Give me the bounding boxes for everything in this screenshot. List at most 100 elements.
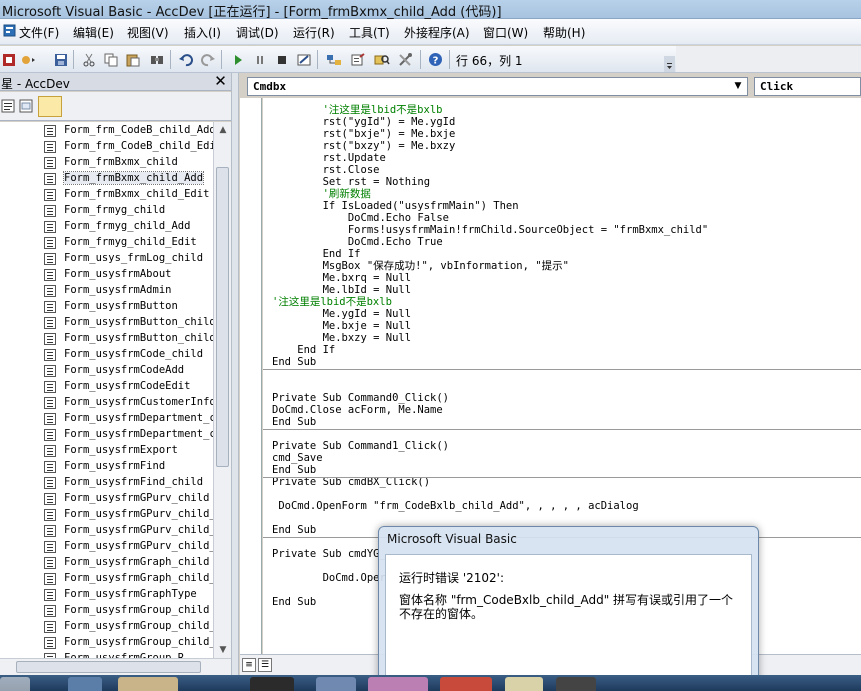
procedure-dropdown[interactable]: Click [754, 77, 861, 96]
view-access-icon[interactable] [0, 51, 17, 68]
taskbar-item[interactable] [250, 677, 294, 691]
menu-help[interactable]: 帮助(H) [543, 24, 585, 41]
break-icon[interactable] [251, 51, 268, 68]
menu-file[interactable]: 文件(F) [19, 24, 59, 41]
scroll-down-icon[interactable]: ▼ [214, 642, 232, 658]
toggle-folders-icon[interactable] [38, 96, 62, 117]
form-module-icon [44, 509, 56, 521]
tree-item-label: Form_usysfrmGraph_child_ [64, 572, 213, 584]
tree-item-label: Form_usysfrmCustomerInfor [64, 396, 213, 408]
hscroll-thumb[interactable] [16, 661, 201, 673]
project-tree-vscrollbar[interactable]: ▲ ▼ [213, 122, 231, 658]
toolbox-icon[interactable] [397, 51, 414, 68]
vba-app-icon[interactable] [3, 24, 16, 37]
object-dropdown[interactable]: Cmdbx ▼ [247, 77, 748, 96]
form-module-icon [44, 493, 56, 505]
form-module-icon [44, 589, 56, 601]
title-bar: Microsoft Visual Basic - AccDev [正在运行] -… [0, 0, 861, 20]
form-module-icon [44, 349, 56, 361]
standard-toolbar: ? 行 66，列 1 [0, 46, 676, 73]
form-module-icon [44, 317, 56, 329]
code-line: End Sub [272, 356, 317, 368]
copy-icon[interactable] [102, 51, 119, 68]
save-icon[interactable] [52, 51, 69, 68]
code-line: '注这里是lbid不是bxlb [272, 104, 443, 116]
procedure-dropdown-value: Click [760, 80, 794, 93]
taskbar-item[interactable] [368, 677, 428, 691]
close-icon[interactable]: ✕ [213, 74, 228, 89]
form-module-icon [44, 461, 56, 473]
menu-view[interactable]: 视图(V) [127, 24, 169, 41]
project-tree: Form_frm_CodeB_child_Add Form_frm_CodeB_c… [0, 122, 213, 658]
design-mode-icon[interactable] [295, 51, 312, 68]
menu-debug[interactable]: 调试(D) [236, 24, 279, 41]
menu-window[interactable]: 窗口(W) [483, 24, 528, 41]
tree-item-label: Form_usysfrmExport [64, 444, 178, 456]
code-line: rst.Update [272, 152, 386, 164]
tree-item-label: Form_frmyg_child [64, 204, 166, 216]
form-module-icon [44, 397, 56, 409]
view-code-icon[interactable] [0, 97, 18, 115]
object-browser-icon[interactable] [373, 51, 390, 68]
taskbar-item[interactable] [118, 677, 178, 691]
tree-item-label: Form_usysfrmGraphType [64, 588, 197, 600]
full-module-view-icon[interactable]: ☰ [258, 658, 272, 672]
form-module-icon [44, 237, 56, 249]
reset-icon[interactable] [273, 51, 290, 68]
code-line: Me.bxje = Null [272, 320, 412, 332]
tree-item-label: Form_usysfrmAdmin [64, 284, 172, 296]
code-line: Forms!usysfrmMain!frmChild.SourceObject … [272, 224, 709, 236]
form-module-icon [44, 637, 56, 649]
form-module-icon [44, 557, 56, 569]
project-explorer-icon[interactable] [325, 51, 342, 68]
code-margin[interactable] [240, 98, 262, 654]
procedure-view-icon[interactable]: ≡ [242, 658, 256, 672]
tree-item-label: Form_usysfrmCodeEdit [64, 380, 191, 392]
tree-item-label: Form_usysfrmAbout [64, 268, 172, 280]
code-line: Me.lbId = Null [272, 284, 412, 296]
code-line: DoCmd.Echo True [272, 236, 443, 248]
code-line: DoCmd.Close acForm, Me.Name [272, 404, 443, 416]
code-line: Set rst = Nothing [272, 176, 431, 188]
tree-item-label: Form_usysfrmFind [64, 460, 166, 472]
code-line: DoCmd.Oper [272, 572, 386, 584]
taskbar-item[interactable] [0, 677, 30, 691]
taskbar-item[interactable] [505, 677, 543, 691]
find-icon[interactable] [148, 51, 165, 68]
pane-splitter[interactable] [231, 73, 239, 675]
properties-icon[interactable] [349, 51, 366, 68]
code-line: Me.bxzy = Null [272, 332, 412, 344]
cut-icon[interactable] [80, 51, 97, 68]
cursor-position: 行 66，列 1 [456, 54, 523, 68]
menu-insert[interactable]: 插入(I) [184, 24, 221, 41]
taskbar-item[interactable] [556, 677, 596, 691]
project-tree-hscrollbar[interactable] [0, 658, 231, 675]
chevron-down-icon[interactable]: ▼ [731, 80, 745, 93]
toolbar-options-icon[interactable] [664, 56, 675, 72]
menu-edit[interactable]: 编辑(E) [73, 24, 114, 41]
help-icon[interactable]: ? [427, 51, 444, 68]
taskbar-item[interactable] [68, 677, 102, 691]
menu-run[interactable]: 运行(R) [293, 24, 335, 41]
error-dialog: Microsoft Visual Basic 运行时错误 '2102': 窗体名… [378, 526, 759, 687]
paste-icon[interactable] [124, 51, 141, 68]
view-object-icon[interactable] [18, 97, 36, 115]
code-line: rst("ygId") = Me.ygId [272, 116, 456, 128]
redo-icon[interactable] [199, 51, 216, 68]
scroll-up-icon[interactable]: ▲ [214, 122, 232, 138]
form-module-icon [44, 253, 56, 265]
menu-bar: 文件(F) 编辑(E) 视图(V) 插入(I) 调试(D) 运行(R) 工具(T… [0, 19, 861, 45]
tree-item-label: Form_usysfrmGroup_child [64, 604, 210, 616]
scroll-thumb[interactable] [216, 167, 229, 467]
run-icon[interactable] [229, 51, 246, 68]
menu-tools[interactable]: 工具(T) [349, 24, 390, 41]
undo-icon[interactable] [177, 51, 194, 68]
menu-addins[interactable]: 外接程序(A) [404, 24, 470, 41]
form-module-icon [44, 301, 56, 313]
form-module-icon [44, 285, 56, 297]
taskbar-item[interactable] [440, 677, 492, 691]
taskbar-item[interactable] [316, 677, 356, 691]
tree-item-label: Form_usysfrmButton_child_ [64, 332, 213, 344]
insert-module-icon[interactable] [20, 51, 37, 68]
form-module-icon [44, 445, 56, 457]
